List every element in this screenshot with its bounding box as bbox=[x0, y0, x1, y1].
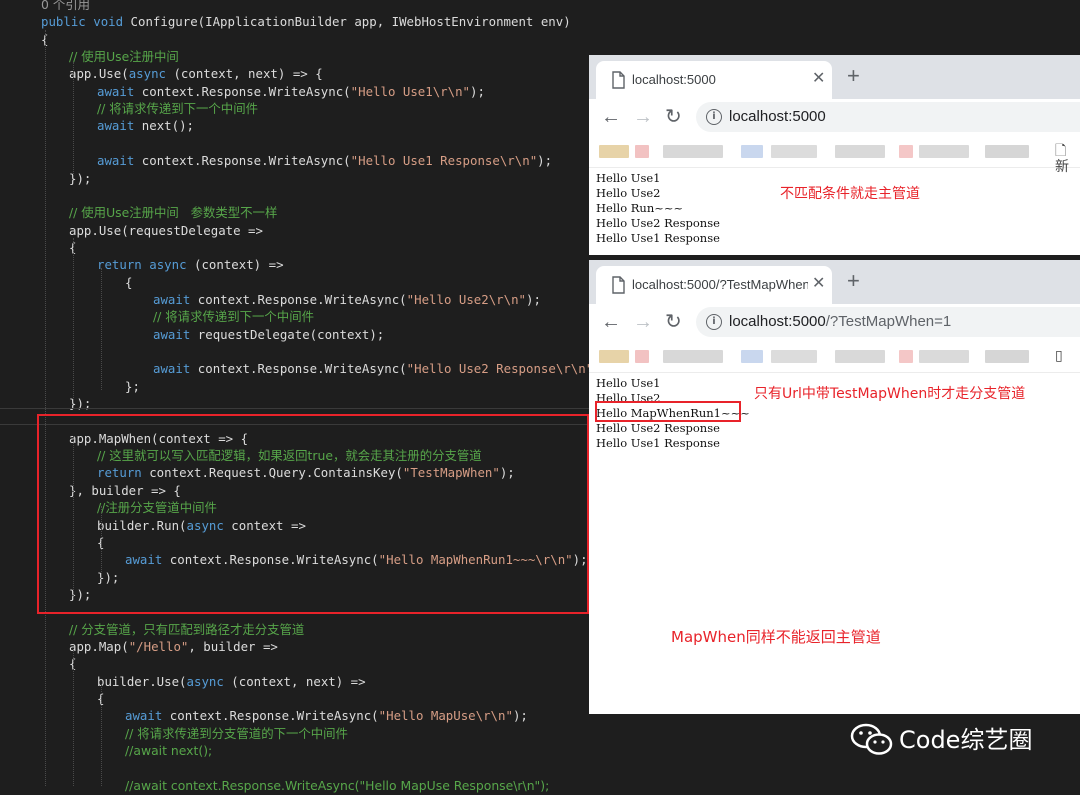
address-bar[interactable]: i localhost:5000 bbox=[696, 102, 1080, 132]
code-line: await context.Response.WriteAsync("Hello… bbox=[153, 291, 541, 307]
indent-guide bbox=[101, 268, 102, 390]
code-line: // 将请求传递到下一个中间件 bbox=[153, 309, 314, 325]
code-line: return async (context) => bbox=[97, 257, 284, 273]
indent-guide bbox=[73, 238, 74, 402]
annotation-mapwhen: MapWhen同样不能返回主管道 bbox=[671, 628, 881, 646]
indent-guide bbox=[73, 650, 74, 786]
browser-toolbar: ← → ↻ i localhost:5000 bbox=[589, 99, 1080, 137]
browser-toolbar: ← → ↻ i localhost:5000/?TestMapWhen=1 bbox=[589, 304, 1080, 342]
bookmark-overflow[interactable]: 🗋 新 bbox=[1055, 143, 1080, 175]
page-icon bbox=[612, 276, 625, 294]
indent-guide bbox=[101, 684, 102, 786]
bookmarks-bar-blurred: 🗋 新 bbox=[589, 137, 1080, 175]
wechat-icon bbox=[850, 723, 893, 755]
mapwhen-highlight-box bbox=[37, 414, 589, 614]
page-icon bbox=[612, 71, 625, 89]
code-line: { bbox=[125, 274, 133, 290]
output-line: Hello Run~~~ bbox=[596, 201, 684, 215]
info-icon[interactable]: i bbox=[706, 109, 722, 125]
code-line: // 将请求传递到分支管道的下一个中间件 bbox=[125, 725, 348, 741]
code-line: app.Use(requestDelegate => bbox=[69, 222, 263, 238]
indent-guide bbox=[73, 62, 74, 176]
output-line: Hello Use2 Response bbox=[596, 216, 720, 230]
browser-tab[interactable]: localhost:5000 ✕ bbox=[596, 61, 832, 99]
reload-icon[interactable]: ↻ bbox=[665, 105, 682, 129]
code-line: app.Map("/Hello", builder => bbox=[69, 638, 278, 654]
bookmark-overflow[interactable]: ▯ bbox=[1055, 348, 1063, 364]
browser-tab[interactable]: localhost:5000/?TestMapWhen=1 ✕ bbox=[596, 266, 832, 304]
browser-window-2: localhost:5000/?TestMapWhen=1 ✕ + ← → ↻ … bbox=[589, 260, 1080, 714]
new-tab-button[interactable]: + bbox=[847, 64, 860, 88]
annotation-branch-pipeline: 只有Url中带TestMapWhen时才走分支管道 bbox=[754, 386, 1026, 402]
code-line: app.Use(async (context, next) => { bbox=[69, 66, 323, 82]
code-line: //await next(); bbox=[125, 743, 213, 759]
code-line: await requestDelegate(context); bbox=[153, 326, 385, 342]
close-tab-icon[interactable]: ✕ bbox=[812, 69, 825, 89]
output-line: Hello Use2 Response bbox=[596, 421, 720, 435]
code-line: 0 个引用 bbox=[41, 0, 90, 12]
output-line: Hello Use1 bbox=[596, 376, 661, 390]
annotation-main-pipeline: 不匹配条件就走主管道 bbox=[780, 186, 920, 202]
close-tab-icon[interactable]: ✕ bbox=[812, 274, 825, 294]
code-line: //await context.Response.WriteAsync("Hel… bbox=[125, 777, 550, 793]
tab-strip: localhost:5000/?TestMapWhen=1 ✕ + bbox=[589, 260, 1080, 304]
code-line: public void Configure(IApplicationBuilde… bbox=[41, 14, 571, 30]
browser-window-1: localhost:5000 ✕ + ← → ↻ i localhost:500… bbox=[589, 55, 1080, 255]
url-text: localhost:5000/?TestMapWhen=1 bbox=[729, 313, 952, 330]
forward-arrow-icon[interactable]: → bbox=[633, 310, 653, 334]
code-line: // 将请求传递到下一个中间件 bbox=[97, 101, 258, 117]
back-arrow-icon[interactable]: ← bbox=[601, 105, 621, 129]
output-line: Hello Use1 Response bbox=[596, 436, 720, 450]
watermark-logo: Code综艺圈 bbox=[850, 722, 1050, 758]
forward-arrow-icon[interactable]: → bbox=[633, 105, 653, 129]
code-line: // 使用Use注册中间 参数类型不一样 bbox=[69, 205, 278, 221]
back-arrow-icon[interactable]: ← bbox=[601, 310, 621, 334]
info-icon[interactable]: i bbox=[706, 314, 722, 330]
tab-title: localhost:5000/?TestMapWhen=1 bbox=[632, 277, 808, 292]
new-tab-button[interactable]: + bbox=[847, 269, 860, 293]
code-line: builder.Use(async (context, next) => bbox=[97, 673, 366, 689]
tab-title: localhost:5000 bbox=[632, 72, 716, 87]
watermark-text: Code综艺圈 bbox=[899, 726, 1033, 754]
reload-icon[interactable]: ↻ bbox=[665, 310, 682, 334]
code-line: // 使用Use注册中间 bbox=[69, 49, 179, 65]
bookmarks-bar-blurred: ▯ bbox=[589, 342, 1080, 373]
tab-strip: localhost:5000 ✕ + bbox=[589, 55, 1080, 99]
address-bar[interactable]: i localhost:5000/?TestMapWhen=1 bbox=[696, 307, 1080, 337]
code-line: await context.Response.WriteAsync("Hello… bbox=[97, 83, 485, 99]
output-line: Hello Use2 bbox=[596, 186, 661, 200]
code-line: await context.Response.WriteAsync("Hello… bbox=[97, 153, 553, 169]
output-line: Hello Use1 Response bbox=[596, 231, 720, 245]
mapwhen-output-highlight bbox=[595, 401, 741, 422]
output-line: Hello Use1 bbox=[596, 171, 661, 185]
code-line: }; bbox=[125, 378, 140, 394]
code-line: await context.Response.WriteAsync("Hello… bbox=[125, 708, 528, 724]
code-line: // 分支管道，只有匹配到路径才走分支管道 bbox=[69, 621, 305, 637]
url-text: localhost:5000 bbox=[729, 108, 826, 125]
code-line: await context.Response.WriteAsync("Hello… bbox=[153, 361, 608, 377]
code-line: await next(); bbox=[97, 118, 194, 134]
